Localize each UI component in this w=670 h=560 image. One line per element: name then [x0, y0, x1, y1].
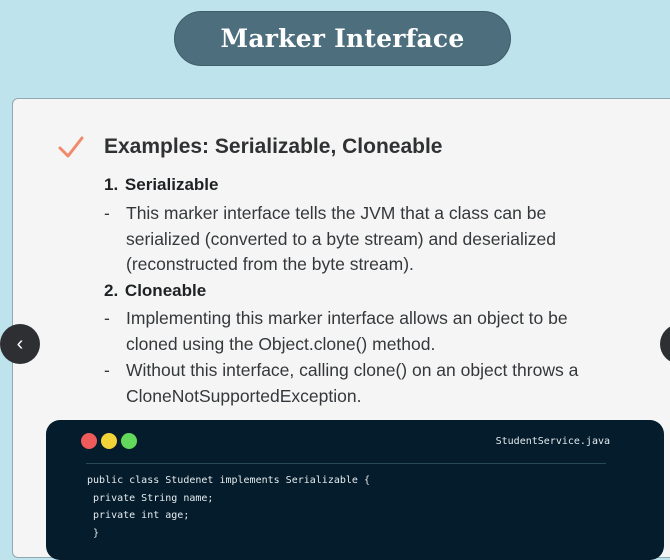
code-divider: [86, 463, 606, 464]
bullet-serializable: - This marker interface tells the JVM th…: [104, 201, 604, 278]
item-cloneable-title: 2. Cloneable: [104, 281, 206, 301]
code-line: private String name;: [87, 492, 214, 504]
item-number: 1.: [104, 175, 119, 194]
code-line: }: [87, 527, 100, 539]
item-name: Serializable: [124, 175, 219, 194]
code-block: public class Studenet implements Seriali…: [87, 472, 370, 542]
close-dot-icon: [81, 433, 97, 449]
chevron-left-icon: ‹: [16, 332, 24, 355]
bullet-dash: -: [104, 203, 110, 223]
item-name: Cloneable: [124, 281, 207, 300]
section-heading: Examples: Serializable, Cloneable: [104, 135, 443, 158]
code-filename: StudentService.java: [495, 436, 610, 447]
bullet-cloneable-2: - Without this interface, calling clone(…: [104, 358, 604, 409]
checkmark-icon: [58, 136, 84, 158]
item-number: 2.: [104, 281, 119, 300]
bullet-dash: -: [104, 308, 110, 328]
prev-slide-button[interactable]: ‹: [0, 324, 40, 364]
bullet-cloneable-1: - Implementing this marker interface all…: [104, 306, 604, 357]
bullet-text: This marker interface tells the JVM that…: [126, 203, 556, 274]
item-serializable-title: 1. Serializable: [104, 175, 218, 195]
title-pill: Marker Interface: [174, 11, 511, 66]
bullet-text: Implementing this marker interface allow…: [126, 308, 568, 354]
code-line: public class Studenet implements Seriali…: [87, 475, 370, 486]
minimize-dot-icon: [101, 433, 117, 449]
code-line: private int age;: [87, 510, 190, 521]
code-window: StudentService.java public class Studene…: [46, 420, 664, 560]
maximize-dot-icon: [121, 433, 137, 449]
bullet-text: Without this interface, calling clone() …: [126, 360, 579, 406]
page-title: Marker Interface: [220, 24, 465, 53]
bullet-dash: -: [104, 360, 110, 380]
